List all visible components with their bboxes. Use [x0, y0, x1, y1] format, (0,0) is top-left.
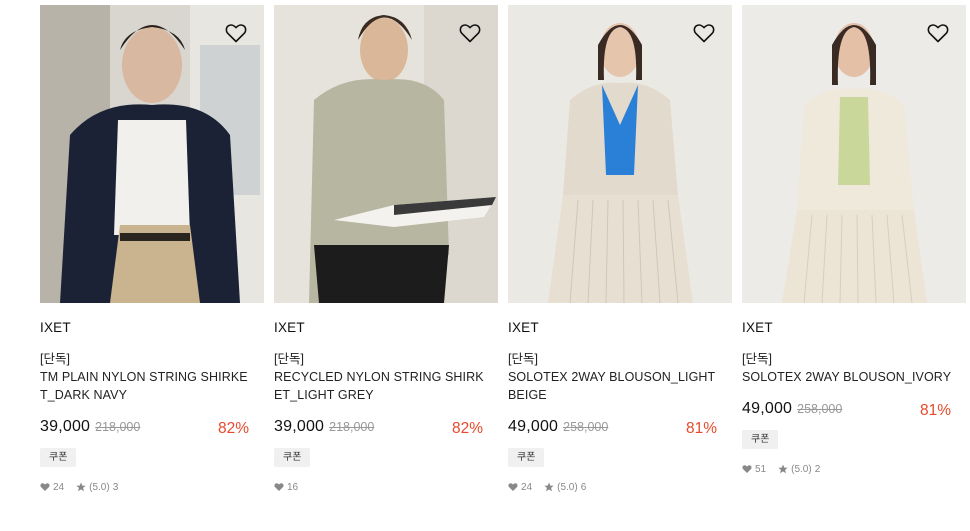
exclusive-tag: [단독]	[40, 352, 70, 366]
exclusive-tag: [단독]	[742, 352, 772, 366]
product-stats: 24 (5.0) 3	[40, 481, 264, 493]
wishlist-heart-icon[interactable]	[692, 21, 716, 45]
product-card[interactable]: IXET [단독] SOLOTEX 2WAY BLOUSON_LIGHT BEI…	[508, 5, 732, 493]
coupon-badge: 쿠폰	[508, 448, 545, 467]
exclusive-tag: [단독]	[274, 352, 304, 366]
like-heart-icon	[40, 483, 50, 491]
product-photo	[40, 5, 264, 303]
coupon-badge: 쿠폰	[274, 448, 311, 467]
original-price: 258,000	[797, 402, 843, 416]
like-count: 51	[755, 463, 767, 475]
coupon-badge: 쿠폰	[40, 448, 77, 467]
product-name[interactable]: RECYCLED NYLON STRING SHIRKET_LIGHT GREY	[274, 368, 484, 404]
sale-price: 49,000	[742, 400, 793, 417]
sale-price: 39,000	[274, 418, 325, 435]
star-icon	[76, 482, 86, 492]
rating-score: (5.0)	[89, 481, 110, 493]
product-card[interactable]: IXET [단독] RECYCLED NYLON STRING SHIRKET_…	[274, 5, 498, 493]
like-count: 24	[53, 481, 65, 493]
like-count: 16	[287, 481, 299, 493]
product-name[interactable]: TM PLAIN NYLON STRING SHIRKET_DARK NAVY	[40, 368, 250, 404]
sale-price: 39,000	[40, 418, 91, 435]
review-count: 3	[112, 481, 119, 493]
product-image[interactable]	[274, 5, 498, 303]
product-stats: 16	[274, 481, 498, 493]
exclusive-tag: [단독]	[508, 352, 538, 366]
discount-rate: 82%	[217, 420, 249, 437]
star-icon	[778, 464, 788, 474]
brand-name[interactable]: IXET	[274, 320, 498, 336]
product-stats: 24 (5.0) 6	[508, 481, 732, 493]
product-name[interactable]: SOLOTEX 2WAY BLOUSON_LIGHT BEIGE	[508, 368, 718, 404]
brand-name[interactable]: IXET	[742, 320, 966, 336]
product-image[interactable]	[40, 5, 264, 303]
brand-name[interactable]: IXET	[40, 320, 264, 336]
wishlist-heart-icon[interactable]	[224, 21, 248, 45]
review-count: 2	[814, 463, 821, 475]
product-photo	[742, 5, 966, 303]
price-row: 39,000 218,000 82%	[40, 418, 264, 440]
like-heart-icon	[742, 465, 752, 473]
original-price: 218,000	[95, 420, 141, 434]
price-row: 49,000 258,000 81%	[742, 400, 966, 422]
rating-score: (5.0)	[791, 463, 812, 475]
product-name[interactable]: SOLOTEX 2WAY BLOUSON_IVORY	[742, 368, 952, 386]
review-count: 6	[580, 481, 587, 493]
price-row: 39,000 218,000 82%	[274, 418, 498, 440]
sale-price: 49,000	[508, 418, 559, 435]
star-icon	[544, 482, 554, 492]
rating-score: (5.0)	[557, 481, 578, 493]
like-heart-icon	[508, 483, 518, 491]
original-price: 258,000	[563, 420, 609, 434]
discount-rate: 82%	[451, 420, 483, 437]
product-card[interactable]: IXET [단독] SOLOTEX 2WAY BLOUSON_IVORY 49,…	[742, 5, 966, 475]
product-stats: 51 (5.0) 2	[742, 463, 966, 475]
like-heart-icon	[274, 483, 284, 491]
wishlist-heart-icon[interactable]	[926, 21, 950, 45]
price-row: 49,000 258,000 81%	[508, 418, 732, 440]
discount-rate: 81%	[919, 402, 951, 419]
like-count: 24	[521, 481, 533, 493]
wishlist-heart-icon[interactable]	[458, 21, 482, 45]
product-photo	[274, 5, 498, 303]
original-price: 218,000	[329, 420, 375, 434]
coupon-badge: 쿠폰	[742, 430, 779, 449]
discount-rate: 81%	[685, 420, 717, 437]
product-image[interactable]	[508, 5, 732, 303]
product-image[interactable]	[742, 5, 966, 303]
brand-name[interactable]: IXET	[508, 320, 732, 336]
product-card[interactable]: IXET [단독] TM PLAIN NYLON STRING SHIRKET_…	[40, 5, 264, 493]
product-photo	[508, 5, 732, 303]
